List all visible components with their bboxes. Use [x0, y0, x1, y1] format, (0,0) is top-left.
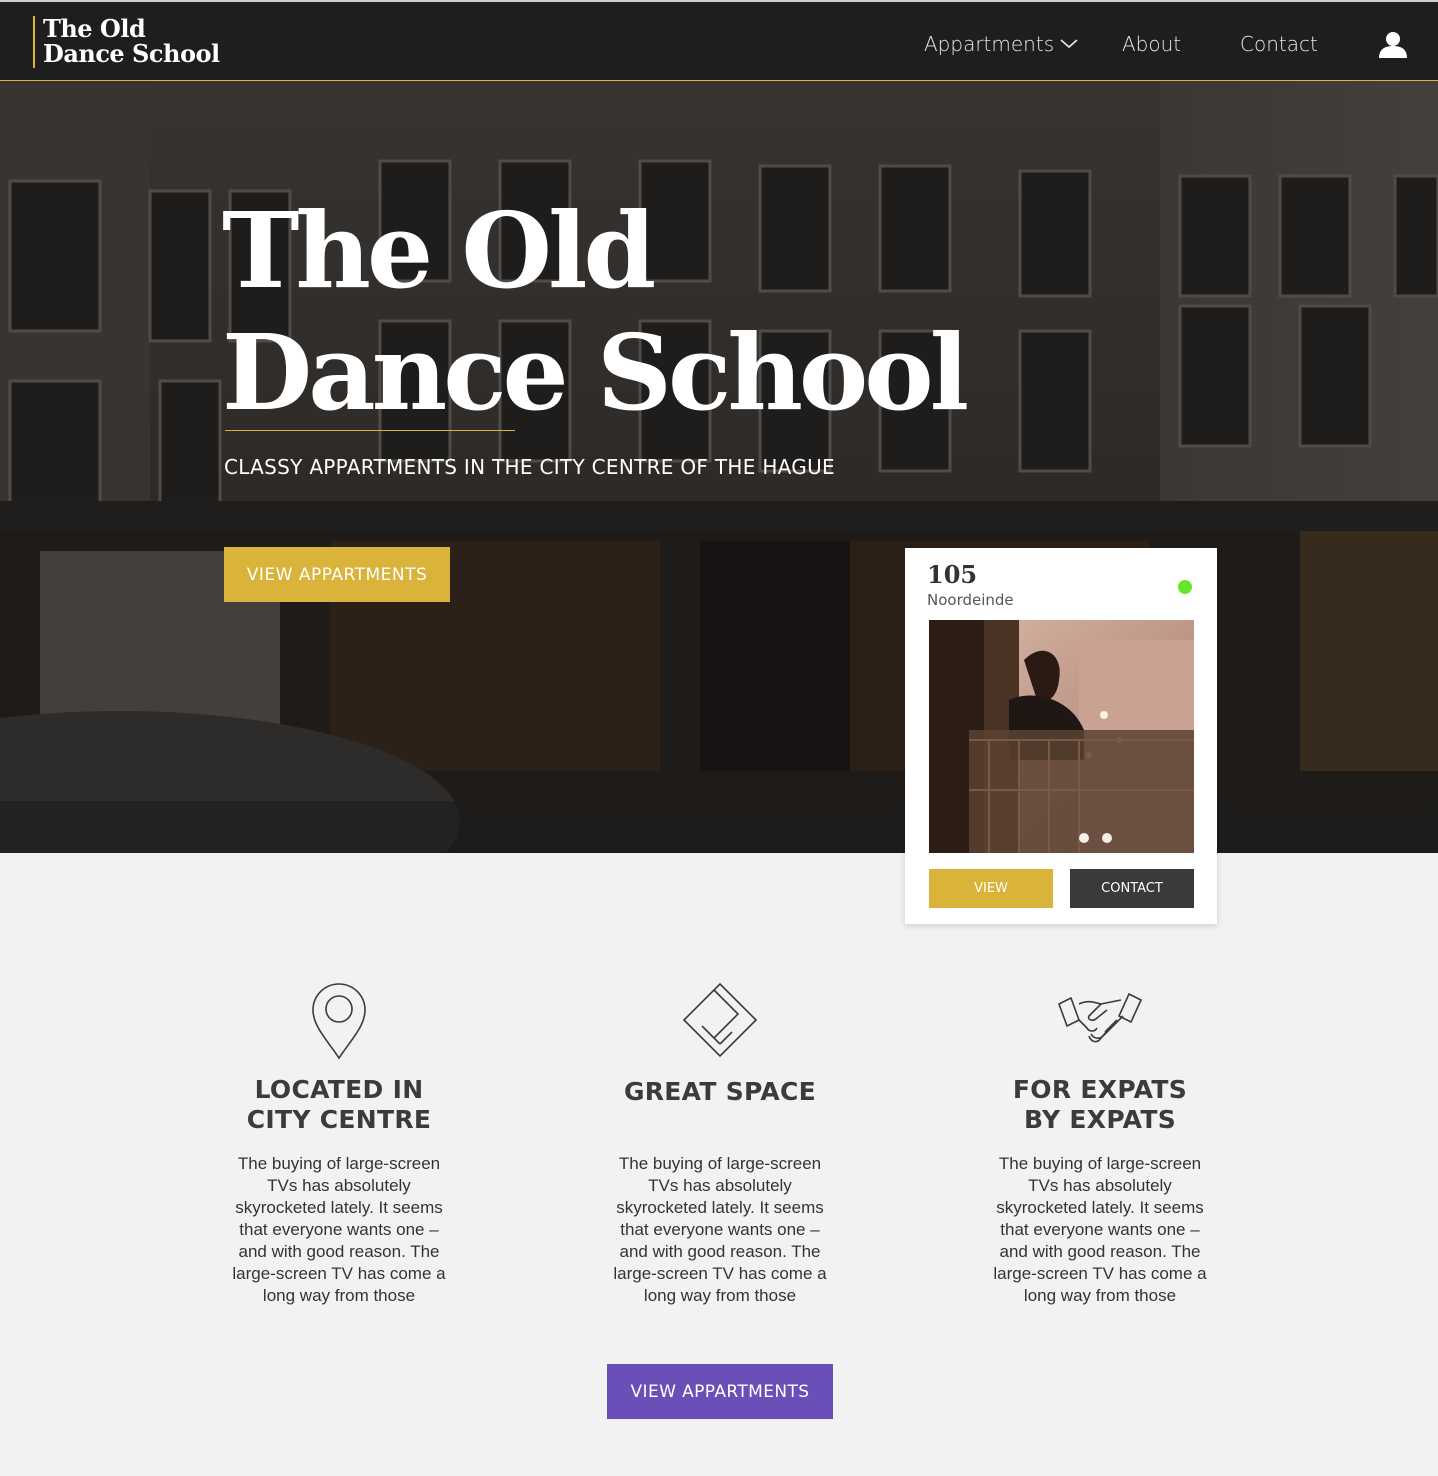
feature-expats-title: FOR EXPATS BY EXPATS	[970, 1075, 1230, 1139]
feature-location-title-line-2: CITY CENTRE	[246, 1105, 432, 1134]
hero-divider	[225, 430, 515, 431]
feature-location: LOCATED IN CITY CENTRE The buying of lar…	[209, 975, 469, 1307]
card-view-button[interactable]: VIEW	[929, 869, 1053, 908]
user-account-icon[interactable]	[1378, 30, 1408, 60]
feature-location-title-line-1: LOCATED IN	[254, 1075, 424, 1104]
chevron-down-icon	[1060, 39, 1078, 49]
feature-expats-text: The buying of large-screen TVs has absol…	[993, 1154, 1207, 1305]
feature-expats: FOR EXPATS BY EXPATS The buying of large…	[970, 975, 1230, 1307]
feature-space-title-line-1: GREAT SPACE	[623, 1077, 817, 1106]
floorplan-icon	[682, 982, 758, 1058]
nav-appartments[interactable]: Appartments	[924, 32, 1078, 56]
hero-subtitle: CLASSY APPARTMENTS IN THE CITY CENTRE OF…	[224, 455, 835, 479]
view-appartments-button[interactable]: VIEW APPARTMENTS	[607, 1364, 833, 1419]
location-pin-icon	[312, 983, 366, 1060]
hero-section: The Old Dance School CLASSY APPARTMENTS …	[0, 81, 1438, 853]
hero-title-line-1: The Old	[222, 189, 656, 312]
site-logo[interactable]: The Old Dance School	[33, 16, 220, 68]
nav-appartments-label: Appartments	[924, 32, 1055, 56]
nav-contact-label: Contact	[1240, 32, 1318, 56]
feature-space-title: GREAT SPACE	[590, 1075, 850, 1139]
appartment-street: Noordeinde	[927, 591, 1014, 609]
feature-location-text: The buying of large-screen TVs has absol…	[232, 1154, 446, 1305]
nav-about-label: About	[1122, 32, 1182, 56]
feature-expats-title-line-2: BY EXPATS	[1023, 1105, 1177, 1134]
nav-about[interactable]: About	[1122, 32, 1181, 56]
feature-location-title: LOCATED IN CITY CENTRE	[209, 1075, 469, 1139]
appartment-card[interactable]: 105 Noordeinde VIEW CONTACT	[905, 548, 1217, 924]
hero-title: The Old Dance School	[222, 190, 982, 434]
handshake-icon	[1058, 993, 1142, 1043]
availability-status-dot	[1178, 580, 1192, 594]
top-navbar: The Old Dance School Appartments About C…	[0, 0, 1438, 81]
feature-expats-title-line-1: FOR EXPATS	[1012, 1075, 1188, 1104]
logo-line-1: The Old	[43, 14, 146, 43]
nav-contact[interactable]: Contact	[1240, 32, 1318, 56]
feature-space: GREAT SPACE The buying of large-screen T…	[590, 975, 850, 1307]
hero-view-appartments-button[interactable]: VIEW APPARTMENTS	[224, 547, 450, 602]
appartment-photo[interactable]	[929, 620, 1194, 853]
hero-title-line-2: Dance School	[222, 311, 969, 434]
feature-space-text: The buying of large-screen TVs has absol…	[613, 1154, 827, 1305]
appartment-number: 105	[927, 560, 978, 589]
logo-line-2: Dance School	[43, 39, 220, 68]
balcony-photo-image	[929, 620, 1194, 853]
card-contact-button[interactable]: CONTACT	[1070, 869, 1194, 908]
